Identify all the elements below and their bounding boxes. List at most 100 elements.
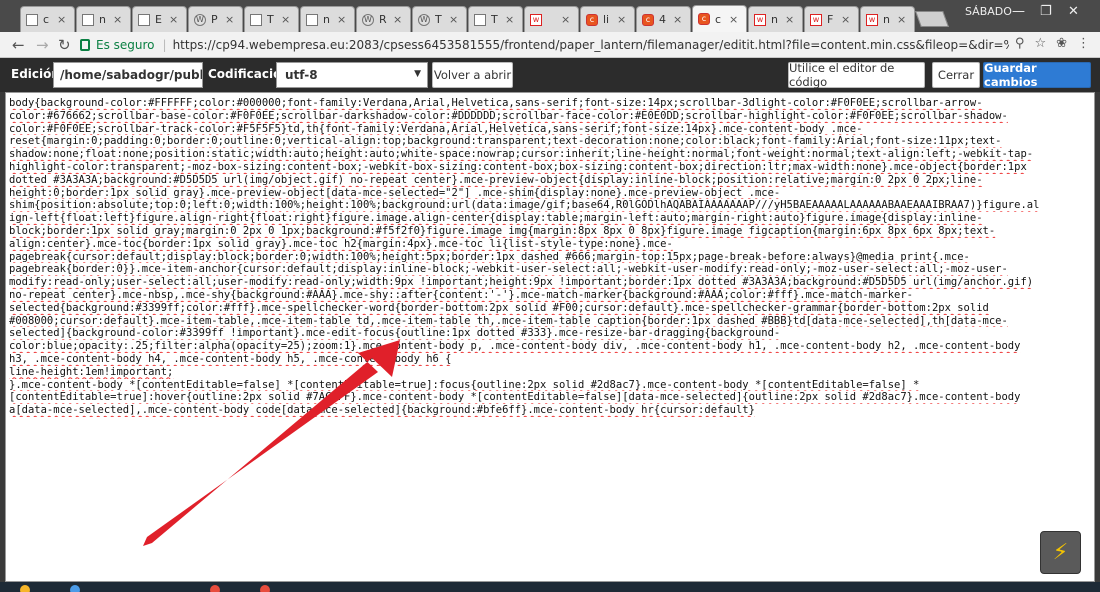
browser-tab[interactable]: w n × bbox=[860, 6, 915, 32]
close-tab-icon[interactable]: × bbox=[113, 13, 122, 26]
code-line: a[data-mce-selected],.mce-content-body c… bbox=[9, 404, 755, 417]
browser-tab-label: n bbox=[99, 13, 106, 26]
zoom-icon[interactable]: ⚲ bbox=[1015, 36, 1025, 51]
close-tab-icon[interactable]: × bbox=[897, 13, 906, 26]
code-line: color:#676662;scrollbar-base-color:#F0F0… bbox=[9, 109, 1008, 122]
encoding-select[interactable]: utf-8 ▼ bbox=[276, 62, 428, 88]
browser-tab[interactable]: c li × bbox=[580, 6, 635, 32]
taskbar-app-icon[interactable] bbox=[210, 585, 220, 592]
code-editor-button[interactable]: Utilice el editor de código bbox=[788, 61, 925, 89]
code-line: color:blue;opacity:.25;filter:alpha(opac… bbox=[9, 340, 1021, 353]
browser-tab[interactable]: w n × bbox=[748, 6, 803, 32]
taskbar-app-icon[interactable] bbox=[70, 585, 80, 592]
code-line: selected{background:#3399ff;color:#fff}.… bbox=[9, 301, 989, 314]
code-line: [contentEditable=true]:hover{outline:2px… bbox=[9, 391, 1021, 404]
close-tab-icon[interactable]: × bbox=[225, 13, 234, 26]
new-tab-button[interactable] bbox=[915, 11, 949, 27]
secure-label: Es seguro bbox=[96, 38, 155, 52]
webempresa-icon: w bbox=[866, 13, 878, 26]
browser-tab[interactable]: E × bbox=[132, 6, 187, 32]
reload-icon[interactable]: ↻ bbox=[58, 36, 71, 54]
code-line: line-height:1em!important; bbox=[9, 365, 174, 378]
code-textarea[interactable]: body{background-color:#FFFFFF;color:#000… bbox=[5, 92, 1095, 582]
profile-day-label: SÁBADO bbox=[965, 5, 1012, 18]
close-tab-icon[interactable]: × bbox=[337, 13, 346, 26]
reopen-button[interactable]: Volver a abrir bbox=[432, 62, 513, 88]
browser-tab-label: n bbox=[883, 13, 890, 26]
close-tab-icon[interactable]: × bbox=[617, 13, 626, 26]
close-tab-icon[interactable]: × bbox=[841, 13, 850, 26]
browser-tab-label: n bbox=[323, 13, 330, 26]
close-tab-icon[interactable]: × bbox=[449, 13, 458, 26]
cpanel-icon: c bbox=[642, 13, 654, 26]
browser-tab[interactable]: w F × bbox=[804, 6, 859, 32]
close-button[interactable]: Cerrar bbox=[932, 62, 980, 88]
browser-tab[interactable]: W T × bbox=[412, 6, 467, 32]
browser-tab-label: E bbox=[155, 13, 162, 26]
taskbar-app-icon[interactable] bbox=[260, 585, 270, 592]
address-bar: ← → ↻ Es seguro | https://cp94.webempres… bbox=[0, 32, 1100, 58]
browser-tab-label: li bbox=[603, 13, 610, 26]
browser-tab[interactable]: W R × bbox=[356, 6, 411, 32]
file-path-input[interactable]: /home/sabadogr/public_h bbox=[53, 62, 203, 88]
browser-tab[interactable]: T × bbox=[244, 6, 299, 32]
close-tab-icon[interactable]: × bbox=[729, 13, 738, 26]
close-tab-icon[interactable]: × bbox=[169, 13, 178, 26]
wordpress-icon: W bbox=[362, 13, 374, 26]
url-omnibox[interactable]: Es seguro | https://cp94.webempresa.eu:2… bbox=[80, 35, 1092, 55]
browser-tab-label: n bbox=[771, 13, 778, 26]
webempresa-icon: w bbox=[754, 13, 766, 26]
browser-tab-label: F bbox=[827, 13, 834, 26]
chevron-down-icon: ▼ bbox=[414, 69, 421, 79]
browser-tab[interactable]: c × bbox=[20, 6, 75, 32]
code-line: #008000;cursor:default}.mce-item-table,.… bbox=[9, 314, 1008, 327]
extension-icon[interactable]: ❀ bbox=[1056, 36, 1067, 51]
url-text[interactable]: https://cp94.webempresa.eu:2083/cpsess64… bbox=[173, 38, 1009, 52]
browser-tab-label: c bbox=[43, 13, 50, 26]
page-icon bbox=[82, 13, 94, 26]
code-line: dotted #3A3A3A;background:#D5D5D5 url(im… bbox=[9, 173, 983, 186]
code-line: shim{position:absolute;top:0;left:0;widt… bbox=[9, 199, 1040, 212]
close-tab-icon[interactable]: × bbox=[505, 13, 514, 26]
browser-tab[interactable]: c c × bbox=[692, 5, 747, 32]
encoding-value: utf-8 bbox=[285, 68, 318, 82]
browser-tab[interactable]: T × bbox=[468, 6, 523, 32]
browser-tab-label: T bbox=[267, 13, 274, 26]
omnibox-separator: | bbox=[162, 38, 167, 52]
code-line: modify:read-only;user-select:all;user-mo… bbox=[9, 276, 1034, 289]
close-window-icon[interactable]: ✕ bbox=[1068, 4, 1079, 19]
forward-arrow-icon[interactable]: → bbox=[36, 36, 49, 54]
browser-tab-label: R bbox=[379, 13, 387, 26]
code-line: height:0;border:1px solid gray}.mce-prev… bbox=[9, 186, 781, 199]
restore-icon[interactable]: ❐ bbox=[1040, 4, 1052, 19]
close-tab-icon[interactable]: × bbox=[281, 13, 290, 26]
browser-tab[interactable]: W P × bbox=[188, 6, 243, 32]
webempresa-icon: w bbox=[810, 13, 822, 26]
editor-toolbar: Edición: /home/sabadogr/public_h Codific… bbox=[0, 58, 1100, 92]
close-tab-icon[interactable]: × bbox=[393, 13, 402, 26]
bookmark-star-icon[interactable]: ☆ bbox=[1034, 36, 1046, 51]
back-arrow-icon[interactable]: ← bbox=[12, 36, 25, 54]
page-icon bbox=[26, 13, 38, 26]
code-line: pagebreak{cursor:default;display:block;b… bbox=[9, 250, 970, 263]
lightning-launcher-button[interactable]: ⚡ bbox=[1040, 531, 1081, 574]
taskbar-app-icon[interactable] bbox=[20, 585, 30, 592]
browser-tab[interactable]: c 4 × bbox=[636, 6, 691, 32]
minimize-icon[interactable]: — bbox=[1012, 4, 1025, 19]
browser-tab[interactable]: w × bbox=[524, 6, 579, 32]
wordpress-icon: W bbox=[194, 13, 206, 26]
menu-dots-icon[interactable]: ⋮ bbox=[1077, 36, 1090, 51]
page-icon bbox=[474, 13, 486, 26]
code-content[interactable]: body{background-color:#FFFFFF;color:#000… bbox=[9, 97, 1093, 417]
close-tab-icon[interactable]: × bbox=[673, 13, 682, 26]
close-tab-icon[interactable]: × bbox=[785, 13, 794, 26]
browser-tab[interactable]: n × bbox=[76, 6, 131, 32]
browser-tab[interactable]: n × bbox=[300, 6, 355, 32]
code-line: block;border:1px solid gray;margin:0 2px… bbox=[9, 224, 996, 237]
close-tab-icon[interactable]: × bbox=[561, 13, 570, 26]
code-line: highlight-color:transparent;-moz-box-siz… bbox=[9, 160, 1027, 173]
code-line: no-repeat center}.mce-nbsp,.mce-shy{back… bbox=[9, 288, 913, 301]
close-tab-icon[interactable]: × bbox=[57, 13, 66, 26]
save-changes-button[interactable]: Guardar cambios bbox=[983, 61, 1091, 89]
cpanel-icon: c bbox=[586, 13, 598, 26]
